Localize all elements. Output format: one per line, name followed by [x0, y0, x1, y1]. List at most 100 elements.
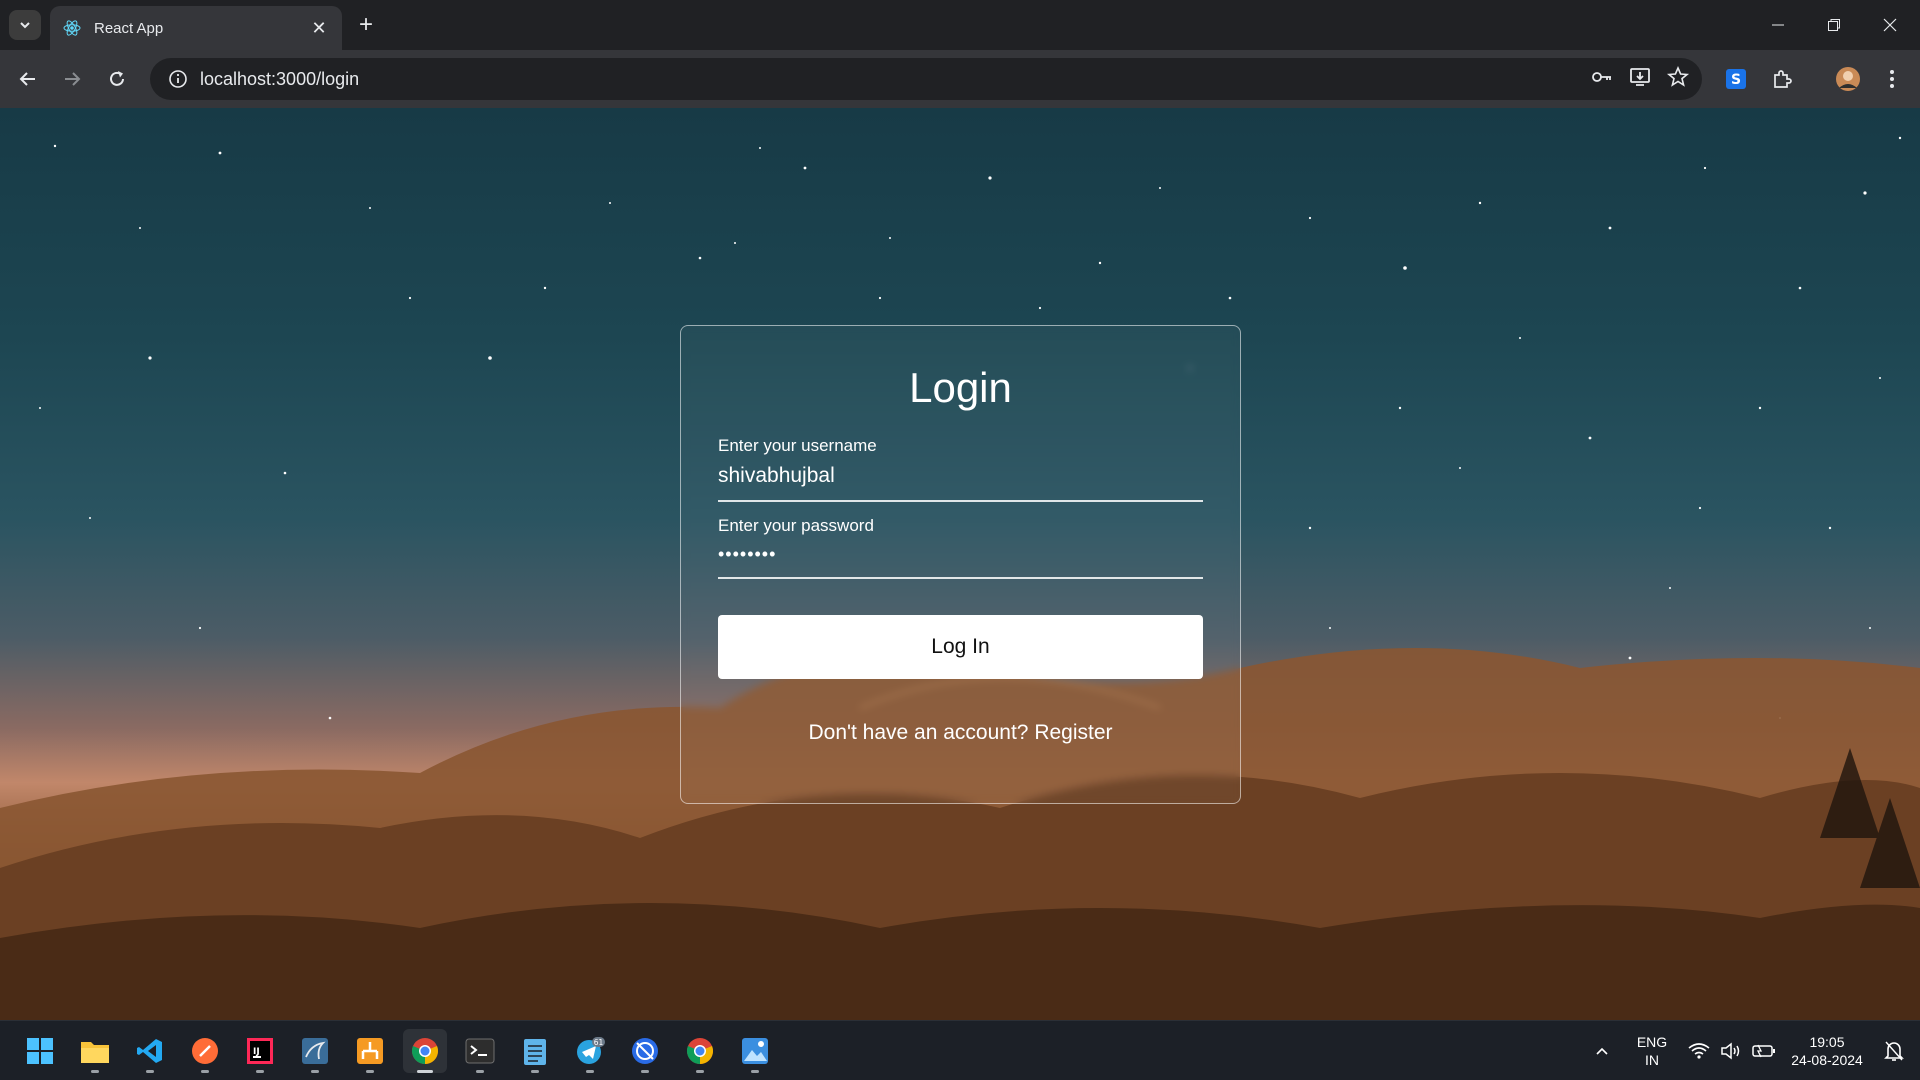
running-indicator	[201, 1070, 209, 1073]
running-indicator	[366, 1070, 374, 1073]
browser-menu-button[interactable]	[1876, 63, 1908, 95]
profile-avatar[interactable]	[1832, 63, 1864, 95]
tab-search-button[interactable]	[9, 10, 41, 40]
minimize-icon	[1772, 24, 1784, 26]
clock-date: 24-08-2024	[1791, 1052, 1863, 1068]
reload-button[interactable]	[101, 63, 133, 95]
terminal-icon	[465, 1038, 495, 1064]
bookmark-star-icon[interactable]	[1666, 65, 1690, 94]
new-tab-button[interactable]: +	[352, 11, 380, 39]
username-label: Enter your username	[718, 436, 877, 455]
chrome-icon	[412, 1038, 438, 1064]
browser-toolbar: localhost:3000/login S	[0, 50, 1920, 108]
vpn-client-button[interactable]	[623, 1029, 667, 1073]
restore-button[interactable]	[1806, 0, 1862, 50]
more-vert-icon	[1890, 70, 1894, 88]
arrow-right-icon	[65, 72, 81, 86]
svg-text:IJ: IJ	[253, 1047, 260, 1057]
password-label: Enter your password	[718, 516, 874, 535]
chevron-up-icon	[1596, 1047, 1608, 1055]
running-indicator	[751, 1070, 759, 1073]
telegram-badge: 61	[594, 1038, 604, 1047]
svg-text:S: S	[1731, 72, 1741, 88]
battery-icon	[1752, 1044, 1775, 1058]
address-bar[interactable]: localhost:3000/login	[150, 58, 1702, 100]
tab-title: React App	[94, 19, 164, 37]
notifications-button[interactable]	[1874, 1029, 1914, 1073]
chrome-button[interactable]	[403, 1029, 447, 1073]
running-indicator	[531, 1070, 539, 1073]
password-input[interactable]	[718, 536, 1203, 579]
chevron-down-icon	[20, 22, 30, 29]
password-key-icon[interactable]	[1590, 65, 1614, 94]
running-indicator	[417, 1070, 433, 1073]
arrow-left-icon	[19, 72, 35, 86]
register-link[interactable]: Register	[1034, 721, 1112, 744]
site-info-icon[interactable]	[156, 69, 200, 89]
minimize-button[interactable]	[1750, 0, 1806, 50]
password-field-group: Enter your password	[718, 516, 1203, 579]
login-card: Login Enter your username Enter your pas…	[680, 325, 1241, 804]
extensions-puzzle-icon[interactable]	[1766, 63, 1798, 95]
folder-icon	[81, 1042, 109, 1063]
file-explorer-button[interactable]	[73, 1029, 117, 1073]
reload-icon	[110, 71, 124, 86]
clock-time: 19:05	[1809, 1034, 1845, 1050]
chrome-profile-button[interactable]	[678, 1029, 722, 1073]
git-tool-button[interactable]	[348, 1029, 392, 1073]
close-icon	[1883, 18, 1897, 32]
language-indicator[interactable]: ENG IN	[1628, 1033, 1676, 1069]
page-viewport: Login Enter your username Enter your pas…	[0, 108, 1920, 1020]
wifi-icon	[1688, 1043, 1710, 1059]
terminal-button[interactable]	[458, 1029, 502, 1073]
language-text: ENG	[1636, 1034, 1668, 1050]
browser-tab[interactable]: React App ✕	[50, 6, 342, 50]
running-indicator	[91, 1070, 99, 1073]
show-hidden-icons-button[interactable]	[1580, 1029, 1624, 1073]
running-indicator	[476, 1070, 484, 1073]
back-button[interactable]	[12, 63, 44, 95]
restore-icon	[1828, 19, 1840, 31]
username-input[interactable]	[718, 456, 1203, 502]
url-text: localhost:3000/login	[200, 68, 360, 89]
intellij-icon: IJ	[247, 1038, 273, 1064]
intellij-button[interactable]: IJ	[238, 1029, 282, 1073]
close-tab-icon[interactable]: ✕	[308, 18, 330, 39]
username-field-group: Enter your username	[718, 436, 1203, 502]
dolphin-icon	[302, 1038, 328, 1064]
running-indicator	[256, 1070, 264, 1073]
running-indicator	[696, 1070, 704, 1073]
telegram-button[interactable]: 61	[568, 1029, 612, 1073]
notepad-icon	[524, 1039, 546, 1065]
vscode-icon	[137, 1039, 162, 1063]
start-button[interactable]	[18, 1029, 62, 1073]
windows-logo-icon	[27, 1038, 53, 1064]
extension-s-icon[interactable]: S	[1720, 63, 1752, 95]
notification-bell-icon	[1884, 1041, 1904, 1061]
notepad-button[interactable]	[513, 1029, 557, 1073]
git-tool-icon	[357, 1038, 383, 1064]
running-indicator	[146, 1070, 154, 1073]
install-app-icon[interactable]	[1628, 65, 1652, 94]
forward-button[interactable]	[56, 63, 88, 95]
chrome-icon	[687, 1038, 713, 1064]
volume-icon	[1721, 1042, 1740, 1060]
telegram-icon: 61	[577, 1037, 605, 1064]
windows-taskbar: IJ 61 ENG IN 19:05 24-08-2024	[0, 1020, 1920, 1080]
vscode-button[interactable]	[128, 1029, 172, 1073]
mysql-workbench-button[interactable]	[293, 1029, 337, 1073]
quick-settings-button[interactable]	[1680, 1029, 1784, 1073]
close-window-button[interactable]	[1862, 0, 1918, 50]
running-indicator	[641, 1070, 649, 1073]
clock[interactable]: 19:05 24-08-2024	[1782, 1033, 1872, 1069]
photos-icon	[742, 1038, 768, 1064]
region-text: IN	[1645, 1052, 1659, 1068]
login-button[interactable]: Log In	[718, 615, 1203, 679]
running-indicator	[311, 1070, 319, 1073]
photos-button[interactable]	[733, 1029, 777, 1073]
vpn-icon	[632, 1038, 658, 1064]
register-prompt-text: Don't have an account?	[808, 721, 1029, 744]
react-icon	[63, 20, 81, 36]
register-prompt: Don't have an account? Register	[718, 721, 1203, 745]
postman-button[interactable]	[183, 1029, 227, 1073]
